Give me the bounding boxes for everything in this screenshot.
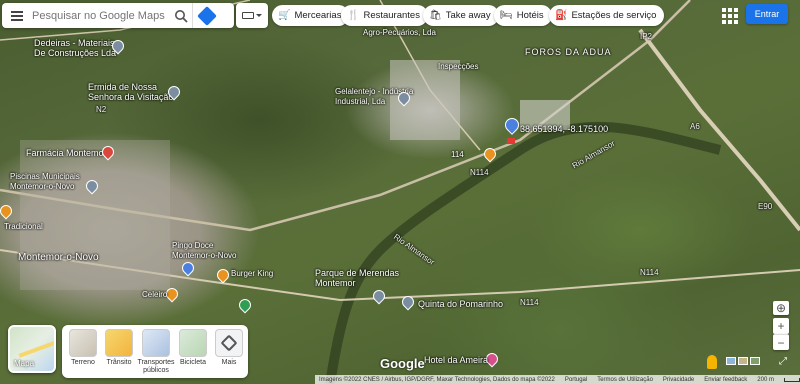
google-logo: Google xyxy=(380,356,425,371)
layer-toggle-map[interactable]: Mapa xyxy=(8,325,56,373)
layer-more[interactable]: Mais xyxy=(214,329,244,378)
privacy-link[interactable]: Privacidade xyxy=(663,377,694,383)
street-view-pegman-icon[interactable] xyxy=(707,355,717,369)
road-label: N2 xyxy=(96,105,107,114)
road-label: A6 xyxy=(690,122,700,131)
chip-hoteis[interactable]: 🛏 Hotéis xyxy=(494,5,552,26)
layer-label: Terreno xyxy=(71,359,95,366)
road-label: N114 xyxy=(640,268,659,277)
chip-mercearias[interactable]: 🛒 Mercearias xyxy=(272,5,350,26)
imagery-thumbnails[interactable] xyxy=(726,357,760,365)
place-label-celeiro[interactable]: Celeiro xyxy=(142,290,167,300)
compass-icon[interactable]: ⊕ xyxy=(773,301,789,315)
layer-terrain[interactable]: Terreno xyxy=(68,329,98,378)
zoom-out-button[interactable]: − xyxy=(773,334,789,350)
place-label-piscinas[interactable]: Piscinas Municipais Montemor-o-Novo xyxy=(10,172,80,192)
layer-label: Transportes públicos xyxy=(137,359,175,374)
place-label-pingo-doce[interactable]: Pingo Doce Montemor-o-Novo xyxy=(172,241,236,261)
menu-icon[interactable] xyxy=(2,3,32,28)
area-label-foros: FOROS DA ADUA xyxy=(525,47,612,57)
layers-panel: Terreno Trânsito Transportes públicos Bi… xyxy=(62,325,248,378)
scale-label[interactable]: 200 m xyxy=(757,377,774,383)
region-link[interactable]: Portugal xyxy=(565,377,587,383)
road-label: 114 xyxy=(451,150,464,159)
chip-label: Hotéis xyxy=(516,10,544,21)
place-label-quinta[interactable]: Quinta do Pomarinho xyxy=(418,299,503,309)
road-label: N114 xyxy=(470,168,489,177)
terms-link[interactable]: Termos de Utilização xyxy=(597,377,653,383)
transit-thumbnail xyxy=(142,329,170,357)
bed-icon: 🛏 xyxy=(500,10,513,21)
place-label-dedeiras[interactable]: Dedeiras - Materiais De Construções Lda xyxy=(34,38,116,58)
fuel-icon: ⛽ xyxy=(555,10,568,21)
chip-label: Mercearias xyxy=(294,10,342,21)
bicycle-thumbnail xyxy=(179,329,207,357)
directions-icon[interactable] xyxy=(192,3,220,28)
apps-grid-icon[interactable] xyxy=(722,8,738,24)
layer-transit[interactable]: Transportes públicos xyxy=(137,329,175,378)
bag-icon: 🛍 xyxy=(429,10,442,21)
chip-restaurantes[interactable]: 🍴 Restaurantes xyxy=(341,5,428,26)
place-label-ermida[interactable]: Ermida de Nossa Senhora da Visitação xyxy=(88,82,173,102)
layer-bicycle[interactable]: Bicicleta xyxy=(178,329,208,378)
place-label-parque[interactable]: Parque de Merendas Montemor xyxy=(315,268,399,288)
feedback-link[interactable]: Enviar feedback xyxy=(704,377,747,383)
place-label-agro[interactable]: Agro-Pecuários, Lda xyxy=(363,28,436,38)
place-label-tradicional[interactable]: Tradicional xyxy=(4,222,43,232)
chip-estacoes[interactable]: ⛽ Estações de serviço xyxy=(549,5,665,26)
attribution-bar: Imagens ©2022 CNES / Airbus, IGP/DGRF, M… xyxy=(315,375,800,384)
place-label-hotel[interactable]: Hotel da Ameira xyxy=(424,355,488,365)
layer-main-label: Mapa xyxy=(14,359,35,368)
chip-label: Estações de serviço xyxy=(571,10,657,21)
layer-label: Bicicleta xyxy=(179,359,207,366)
zoom-in-button[interactable]: + xyxy=(773,318,789,334)
chip-take-away[interactable]: 🛍 Take away xyxy=(423,5,499,26)
chip-label: Take away xyxy=(445,10,491,21)
layers-icon xyxy=(215,329,243,357)
layer-traffic[interactable]: Trânsito xyxy=(104,329,134,378)
utensils-icon: 🍴 xyxy=(347,10,360,21)
road-label: E90 xyxy=(758,202,773,211)
town-label-montemor: Montemor-o-Novo xyxy=(18,252,99,263)
scale-bar xyxy=(783,377,800,382)
imagery-credit: Imagens ©2022 CNES / Airbus, IGP/DGRF, M… xyxy=(319,376,555,383)
layer-label: Mais xyxy=(221,359,237,366)
expand-icon[interactable]: ⤢ xyxy=(779,356,787,367)
input-tools-button[interactable] xyxy=(236,3,268,28)
search-input[interactable] xyxy=(32,5,170,26)
search-icon[interactable] xyxy=(170,3,192,28)
place-label-farmacia[interactable]: Farmácia Montemor xyxy=(26,148,107,158)
place-label-burger-king[interactable]: Burger King xyxy=(231,269,273,279)
place-label-inspecoes[interactable]: Inspecções xyxy=(438,62,478,72)
cart-icon: 🛒 xyxy=(278,10,291,21)
traffic-thumbnail xyxy=(105,329,133,357)
terrain-thumbnail xyxy=(69,329,97,357)
road-label: N114 xyxy=(520,298,539,307)
search-box xyxy=(2,3,234,28)
layer-label: Trânsito xyxy=(106,359,132,366)
coordinates-label: 38.651394, -8.175100 xyxy=(520,124,609,134)
sign-in-button[interactable]: Entrar xyxy=(746,4,788,24)
road-label: IP2 xyxy=(640,32,653,41)
chevron-down-icon xyxy=(256,14,262,17)
keyboard-icon xyxy=(242,12,254,19)
chip-label: Restaurantes xyxy=(363,10,420,21)
